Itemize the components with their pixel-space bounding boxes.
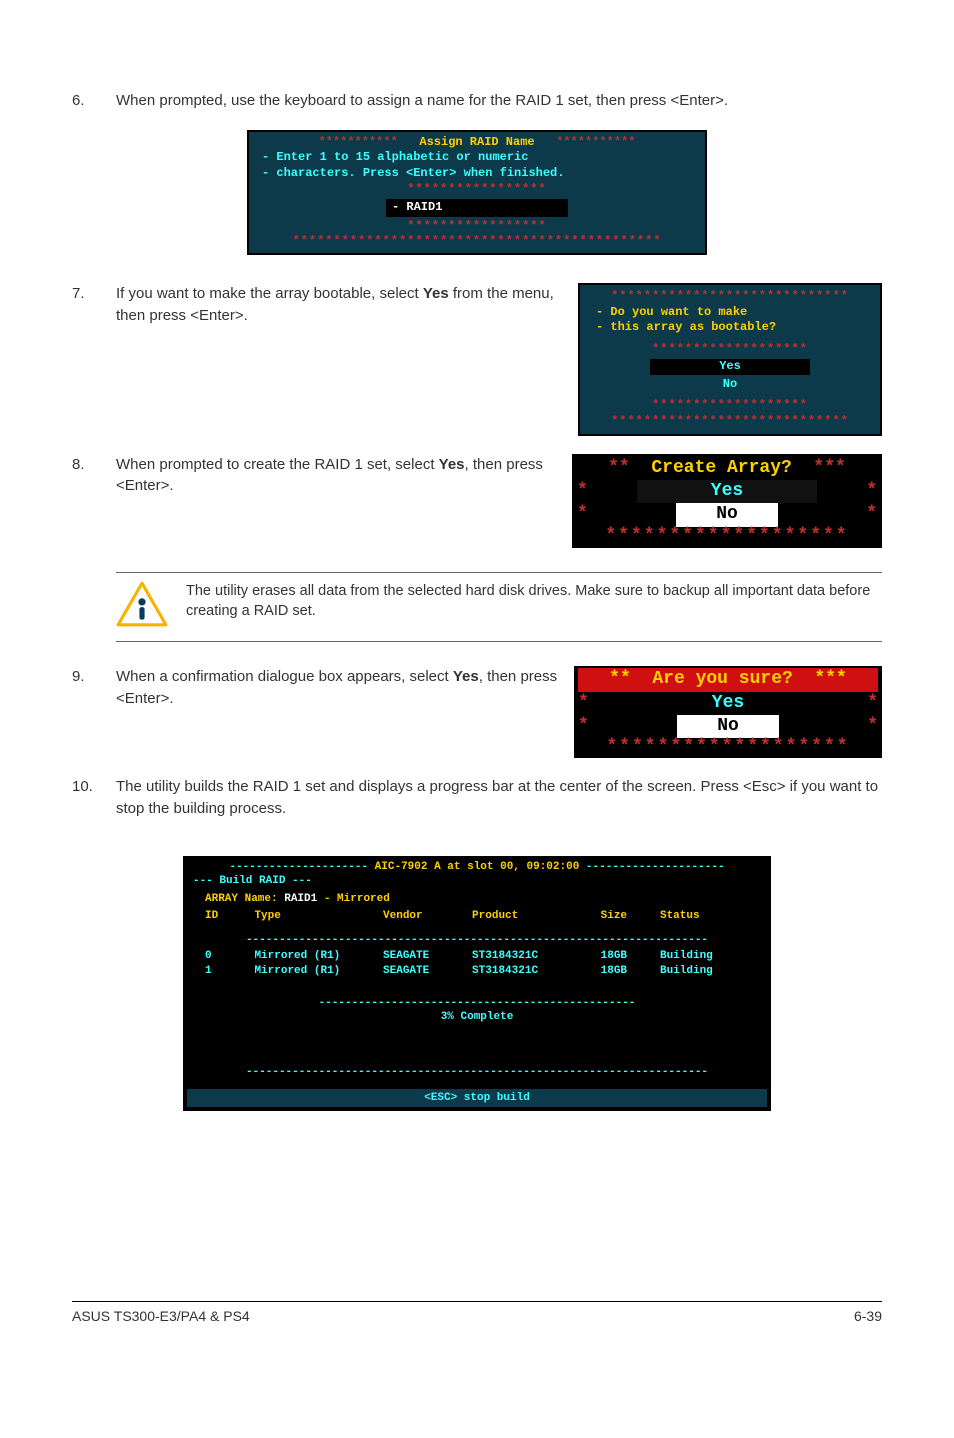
step-number: 7. <box>72 283 116 436</box>
inner-border: ******************* <box>580 398 880 414</box>
bottom-border: ******************* <box>578 738 878 756</box>
confirm-dialog: ** Are you sure? *** * Yes * * No * * <box>574 666 882 758</box>
option-no[interactable]: No <box>589 715 867 738</box>
step-10: 10. The utility builds the RAID 1 set an… <box>72 776 882 820</box>
assign-raid-name-dialog: *********** Assign RAID Name ***********… <box>247 130 707 255</box>
footer-left: ASUS TS300-E3/PA4 & PS4 <box>72 1308 250 1324</box>
step-text: When prompted, use the keyboard to assig… <box>116 90 882 112</box>
progress-label: 3% Complete <box>187 1010 767 1024</box>
step-number: 10. <box>72 776 116 820</box>
dialog-title: Create Array? <box>651 458 791 478</box>
step-text: When prompted to create the RAID 1 set, … <box>116 454 556 498</box>
step-text: When a confirmation dialogue box appears… <box>116 666 558 710</box>
divider: ----------------------------------------… <box>187 1065 767 1079</box>
array-label: ARRAY Name: <box>205 893 284 905</box>
bootable-dialog: ***************************** - Do you w… <box>578 283 882 436</box>
step-text: The utility builds the RAID 1 set and di… <box>116 776 882 820</box>
step-text: If you want to make the array bootable, … <box>116 283 562 327</box>
footer-right: 6-39 <box>854 1308 882 1324</box>
bottom-border: ******************* <box>577 527 877 545</box>
create-array-dialog: ** Create Array? *** * Yes * * No * * <box>572 454 882 548</box>
warning-icon <box>116 581 168 633</box>
prompt-line-1: Do you want to make <box>610 305 747 319</box>
option-no[interactable]: No <box>588 503 866 526</box>
option-no[interactable]: No <box>580 377 880 393</box>
prompt-line-1: - <box>262 150 276 164</box>
build-raid-screen: --------------------- AIC-7902 A at slot… <box>183 856 771 1112</box>
prompt-line-2: - <box>262 166 276 180</box>
option-yes[interactable]: Yes <box>589 692 867 715</box>
step-number: 9. <box>72 666 116 758</box>
dialog-title: Assign RAID Name <box>419 135 534 149</box>
step-6: 6. When prompted, use the keyboard to as… <box>72 90 882 112</box>
prompt-line-2: this array as bootable? <box>610 320 776 334</box>
esc-hint: <ESC> stop build <box>187 1089 767 1107</box>
warning-text: The utility erases all data from the sel… <box>186 581 882 622</box>
array-type: - Mirrored <box>317 893 390 905</box>
bottom-border: ***************************** <box>580 414 880 430</box>
section-label: --- Build RAID --- <box>187 874 767 888</box>
bottom-border: ****************************************… <box>252 234 702 250</box>
border-stars: ** <box>608 458 630 478</box>
step-number: 8. <box>72 454 116 548</box>
top-border: ***************************** <box>580 289 880 305</box>
table-row: 1 Mirrored (R1) SEAGATE ST3184321C 18GB … <box>187 964 767 978</box>
progress-border: ----------------------------------------… <box>187 996 767 1010</box>
page-footer: ASUS TS300-E3/PA4 & PS4 6-39 <box>72 1301 882 1324</box>
border-stars: *********** <box>319 135 398 149</box>
warning-note: The utility erases all data from the sel… <box>116 572 882 642</box>
border-stars: *** <box>813 458 845 478</box>
border-stars: ** <box>609 669 631 689</box>
border-stars: *** <box>814 669 846 689</box>
border-stars: *********** <box>556 135 635 149</box>
step-7: 7. If you want to make the array bootabl… <box>72 283 882 436</box>
step-8: 8. When prompted to create the RAID 1 se… <box>72 454 882 548</box>
input-border: ***************** <box>252 219 702 235</box>
dialog-title: Are you sure? <box>652 669 792 689</box>
divider: ----------------------------------------… <box>187 933 767 947</box>
array-name-value: RAID1 <box>284 893 317 905</box>
input-border: ***************** <box>252 182 702 198</box>
step-number: 6. <box>72 90 116 112</box>
table-header-row: ID Type Vendor Product Size Status <box>187 907 767 925</box>
table-row: 0 Mirrored (R1) SEAGATE ST3184321C 18GB … <box>187 949 767 963</box>
controller-header: AIC-7902 A at slot 00, 09:02:00 <box>368 861 586 873</box>
option-yes[interactable]: Yes <box>650 359 810 375</box>
inner-border: ******************* <box>580 342 880 358</box>
raid-name-input[interactable]: - RAID1 <box>386 199 568 217</box>
option-yes[interactable]: Yes <box>637 480 817 503</box>
step-9: 9. When a confirmation dialogue box appe… <box>72 666 882 758</box>
